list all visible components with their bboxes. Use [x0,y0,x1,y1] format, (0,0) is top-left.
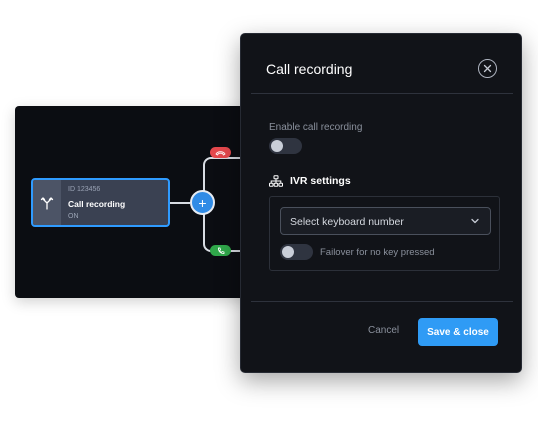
footer-divider [251,301,513,302]
close-button[interactable] [478,59,497,78]
failover-label: Failover for no key pressed [320,247,435,258]
keyboard-number-select[interactable]: Select keyboard number [280,207,491,235]
phone-icon [217,247,224,254]
add-step-button[interactable]: + [190,190,215,215]
toggle-knob [282,246,294,258]
call-recording-node[interactable]: ID 123456 Call recording ON [31,178,170,227]
enable-recording-toggle[interactable] [269,138,302,154]
hangup-branch-pill[interactable] [210,147,231,158]
node-icon-panel [33,180,61,225]
node-id: ID 123456 [68,186,101,193]
ivr-settings-label: IVR settings [290,175,351,187]
flow-canvas[interactable]: ID 123456 Call recording ON + [15,106,255,298]
header-divider [251,93,513,94]
modal-title: Call recording [266,61,353,77]
enable-recording-label: Enable call recording [269,122,363,133]
close-icon [483,64,492,73]
toggle-knob [271,140,283,152]
failover-toggle[interactable] [280,244,313,260]
ivr-settings-panel: Select keyboard number Failover for no k… [269,196,500,271]
node-status: ON [68,213,79,220]
select-placeholder: Select keyboard number [290,216,404,228]
node-connector-line [170,202,190,204]
flow-editor-screen: ID 123456 Call recording ON + Call recor… [0,0,538,428]
answer-branch-pill[interactable] [210,245,231,256]
save-and-close-button[interactable]: Save & close [418,318,498,346]
plus-icon: + [198,194,207,211]
call-recording-modal: Call recording Enable call recording IVR… [240,33,522,373]
cancel-button[interactable]: Cancel [368,325,399,336]
branch-split-icon [40,196,54,210]
sitemap-icon [269,175,283,187]
chevron-down-icon [471,218,479,224]
hangup-phone-icon [215,150,226,155]
node-title: Call recording [68,199,126,209]
ivr-settings-heading: IVR settings [269,175,351,187]
